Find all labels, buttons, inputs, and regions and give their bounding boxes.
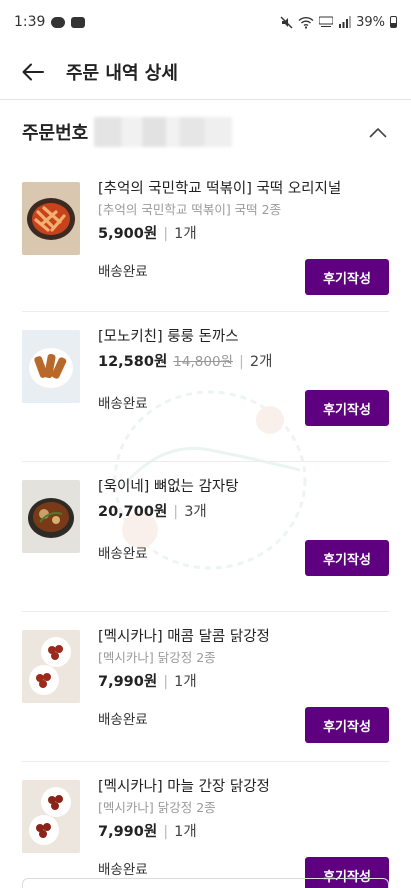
order-item: [추억의 국민학교 떡볶이] 국떡 오리지널 [추억의 국민학교 떡볶이] 국떡… <box>22 164 389 312</box>
item-price-line: 20,700원 | 3개 <box>98 500 389 524</box>
item-option: [멕시카나] 닭강정 2종 <box>98 800 216 815</box>
item-quantity: 2개 <box>249 354 273 370</box>
order-item: [멕시카나] 매콤 달콤 닭강정 [멕시카나] 닭강정 2종 7,990원 | 1개… <box>22 612 389 762</box>
item-price: 7,990원 <box>98 674 158 690</box>
page-title: 주문 내역 상세 <box>66 62 178 84</box>
item-price: 7,990원 <box>98 824 158 840</box>
item-price-line: 7,990원 | 1개 <box>98 670 389 694</box>
gamjatang-image <box>22 480 80 553</box>
tonkatsu-image <box>22 330 80 403</box>
item-price-line: 12,580원 14,800원 | 2개 <box>98 350 389 374</box>
status-left: 1:39 <box>14 14 86 30</box>
order-item: [욱이네] 뼈없는 감자탕 20,700원 | 3개 배송완료 후기작성 <box>22 462 389 612</box>
item-title[interactable]: [모노키친] 룽룽 돈까스 <box>98 326 389 348</box>
item-price: 20,700원 <box>98 504 168 520</box>
order-number-redacted <box>94 117 233 147</box>
delivery-status: 배송완료 <box>98 862 148 878</box>
order-number-label: 주문번호 <box>22 123 89 144</box>
chat-notification-icon <box>51 16 66 28</box>
product-thumbnail[interactable] <box>22 182 80 255</box>
mute-icon <box>280 16 293 28</box>
product-thumbnail[interactable] <box>22 480 80 553</box>
product-thumbnail[interactable] <box>22 330 80 403</box>
dakgangjeong-image <box>22 780 80 853</box>
item-quantity: 1개 <box>174 674 197 690</box>
item-quantity: 1개 <box>174 226 197 242</box>
item-info: [멕시카나] 매콤 달콤 닭강정 [멕시카나] 닭강정 2종 7,990원 | 1개 <box>98 626 389 694</box>
item-original-price: 14,800원 <box>173 354 233 370</box>
delivery-status: 배송완료 <box>98 546 148 562</box>
battery-icon <box>390 16 397 28</box>
order-item: [멕시카나] 마늘 간장 닭강정 [멕시카나] 닭강정 2종 7,990원 | 1개… <box>22 762 389 888</box>
item-option: [멕시카나] 닭강정 2종 <box>98 650 216 665</box>
write-review-button[interactable]: 후기작성 <box>305 259 389 295</box>
item-info: [멕시카나] 마늘 간장 닭강정 [멕시카나] 닭강정 2종 7,990원 | 1개 <box>98 776 389 844</box>
app-header: 주문 내역 상세 <box>0 44 411 100</box>
video-notification-icon <box>71 16 86 28</box>
dakgangjeong-image <box>22 630 80 703</box>
arrow-left-icon <box>22 63 44 80</box>
collapse-button[interactable] <box>367 121 389 143</box>
status-bar: 1:39 39% <box>0 0 411 44</box>
hd-icon <box>319 16 334 27</box>
battery-percent: 39% <box>356 14 385 30</box>
product-thumbnail[interactable] <box>22 780 80 853</box>
order-item: [모노키친] 룽룽 돈까스 12,580원 14,800원 | 2개 배송완료 후기작… <box>22 312 389 462</box>
item-title[interactable]: [욱이네] 뼈없는 감자탕 <box>98 476 389 498</box>
separator: | <box>238 354 244 370</box>
separator: | <box>173 504 179 520</box>
item-title[interactable]: [멕시카나] 매콤 달콤 닭강정 <box>98 626 389 648</box>
write-review-button[interactable]: 후기작성 <box>305 707 389 743</box>
status-time: 1:39 <box>14 14 46 30</box>
chevron-up-icon <box>369 127 387 137</box>
delivery-status: 배송완료 <box>98 396 148 412</box>
separator: | <box>163 226 169 242</box>
item-price: 5,900원 <box>98 226 158 242</box>
order-number-row[interactable]: 주문번호 <box>0 108 411 156</box>
signal-icon <box>339 16 352 28</box>
delivery-status: 배송완료 <box>98 712 148 728</box>
item-info: [욱이네] 뼈없는 감자탕 20,700원 | 3개 <box>98 476 389 524</box>
item-option: [추억의 국민학교 떡볶이] 국떡 2종 <box>98 202 282 217</box>
item-info: [모노키친] 룽룽 돈까스 12,580원 14,800원 | 2개 <box>98 326 389 374</box>
item-quantity: 1개 <box>174 824 197 840</box>
item-price-line: 5,900원 | 1개 <box>98 222 389 246</box>
write-review-button[interactable]: 후기작성 <box>305 390 389 426</box>
item-title[interactable]: [멕시카나] 마늘 간장 닭강정 <box>98 776 389 798</box>
next-section-card <box>22 878 389 888</box>
item-info: [추억의 국민학교 떡볶이] 국떡 오리지널 [추억의 국민학교 떡볶이] 국떡… <box>98 178 389 246</box>
tteokbokki-image <box>22 182 80 255</box>
delivery-status: 배송완료 <box>98 264 148 280</box>
separator: | <box>163 674 169 690</box>
wifi-icon <box>298 16 314 29</box>
item-price-line: 7,990원 | 1개 <box>98 820 389 844</box>
status-right: 39% <box>280 15 397 30</box>
item-title[interactable]: [추억의 국민학교 떡볶이] 국떡 오리지널 <box>98 178 389 200</box>
write-review-button[interactable]: 후기작성 <box>305 540 389 576</box>
product-thumbnail[interactable] <box>22 630 80 703</box>
order-item-list: [추억의 국민학교 떡볶이] 국떡 오리지널 [추억의 국민학교 떡볶이] 국떡… <box>0 164 411 888</box>
item-quantity: 3개 <box>184 504 207 520</box>
back-button[interactable] <box>18 57 48 87</box>
separator: | <box>163 824 169 840</box>
item-price: 12,580원 <box>98 354 168 370</box>
